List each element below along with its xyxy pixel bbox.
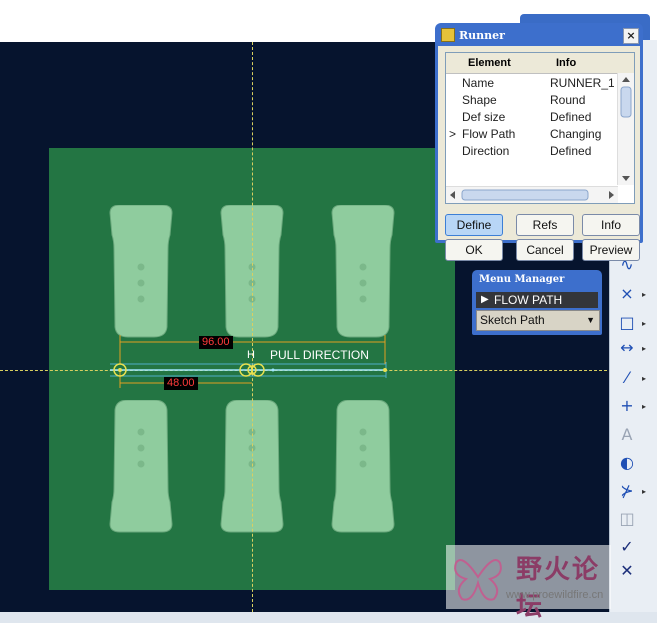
chevron-right-icon[interactable]: ▸ <box>642 319 650 328</box>
refs-button[interactable]: Refs <box>516 214 574 236</box>
horizontal-constraint-label: H <box>247 349 255 361</box>
table-header: Element Info <box>446 53 634 74</box>
define-button[interactable]: Define <box>445 214 503 236</box>
column-header-info[interactable]: Info <box>556 57 576 69</box>
table-row[interactable]: Def size Defined <box>446 109 618 126</box>
chevron-right-icon[interactable]: ▸ <box>642 402 650 411</box>
chevron-right-icon[interactable]: ▸ <box>642 344 650 353</box>
table-row[interactable]: Direction Defined <box>446 143 618 160</box>
row-pointer: > <box>449 127 457 141</box>
chevron-right-icon[interactable]: ▸ <box>642 374 650 383</box>
accept-icon[interactable]: ✓ <box>616 536 638 558</box>
element-table: Element Info Name RUNNER_1 Shape Round D… <box>445 52 635 204</box>
row-info: Defined <box>550 110 592 124</box>
rectangle-icon[interactable]: □ <box>616 312 638 334</box>
dialog-body: Element Info Name RUNNER_1 Shape Round D… <box>438 46 640 261</box>
cancel-icon[interactable]: ✕ <box>616 560 638 582</box>
dimension-icon[interactable]: ↔ <box>616 337 638 359</box>
column-header-element[interactable]: Element <box>468 57 511 69</box>
runner-app-icon <box>441 28 455 42</box>
watermark-url: www.proewildfire.cn <box>506 589 604 601</box>
horizontal-scrollbar[interactable] <box>446 186 618 203</box>
table-row[interactable]: Name RUNNER_1 <box>446 75 618 92</box>
table-row[interactable]: Shape Round <box>446 92 618 109</box>
watermark: 野火论坛 www.proewildfire.cn <box>446 545 611 622</box>
row-info: RUNNER_1 <box>550 76 614 90</box>
row-info: Defined <box>550 144 592 158</box>
row-element: Def size <box>462 110 506 124</box>
pull-direction-label: PULL DIRECTION <box>270 348 369 362</box>
info-button[interactable]: Info <box>582 214 640 236</box>
runner-dialog: Runner × Element Info Name RUNNER_1 Shap… <box>435 23 643 261</box>
cross-icon[interactable]: + <box>616 395 638 417</box>
close-icon[interactable]: × <box>623 28 639 44</box>
caret-right-icon: ▶ <box>481 294 489 305</box>
ok-button[interactable]: OK <box>445 239 503 261</box>
text-icon[interactable]: A <box>616 424 638 446</box>
trim-icon[interactable]: ⁄ <box>616 367 638 389</box>
vertical-scrollbar[interactable] <box>617 73 634 185</box>
row-info: Round <box>550 93 586 107</box>
table-row[interactable]: > Flow Path Changing <box>446 126 618 143</box>
palette-icon[interactable]: ◐ <box>616 452 638 474</box>
chevron-right-icon[interactable]: ▸ <box>642 290 650 299</box>
sketch-path-select[interactable]: Sketch Path ▼ <box>476 310 600 331</box>
mirror-icon[interactable]: ◫ <box>616 508 638 530</box>
select-value: Sketch Path <box>480 313 545 327</box>
divide-icon[interactable]: ⊁ <box>616 480 638 502</box>
preview-button[interactable]: Preview <box>582 239 640 261</box>
row-element: Name <box>462 76 495 90</box>
row-element: Direction <box>462 144 510 158</box>
dimension-48[interactable]: 48.00 <box>164 377 198 390</box>
dialog-title: Runner <box>459 29 505 42</box>
menu-manager: Menu Manager ▶ FLOW PATH Sketch Path ▼ <box>472 270 602 335</box>
row-info: Changing <box>550 127 602 141</box>
butterfly-logo-icon <box>454 559 502 601</box>
cancel-button[interactable]: Cancel <box>516 239 574 261</box>
chevron-down-icon: ▼ <box>586 315 595 325</box>
menu-item-flow-path[interactable]: ▶ FLOW PATH <box>476 292 598 308</box>
chevron-right-icon[interactable]: ▸ <box>642 487 650 496</box>
row-element: Flow Path <box>462 127 516 141</box>
row-element: Shape <box>462 93 497 107</box>
menu-item-label: FLOW PATH <box>494 293 563 307</box>
menu-manager-title: Menu Manager <box>479 274 565 285</box>
dimension-96[interactable]: 96.00 <box>199 336 233 349</box>
point-icon[interactable]: × <box>616 283 638 305</box>
